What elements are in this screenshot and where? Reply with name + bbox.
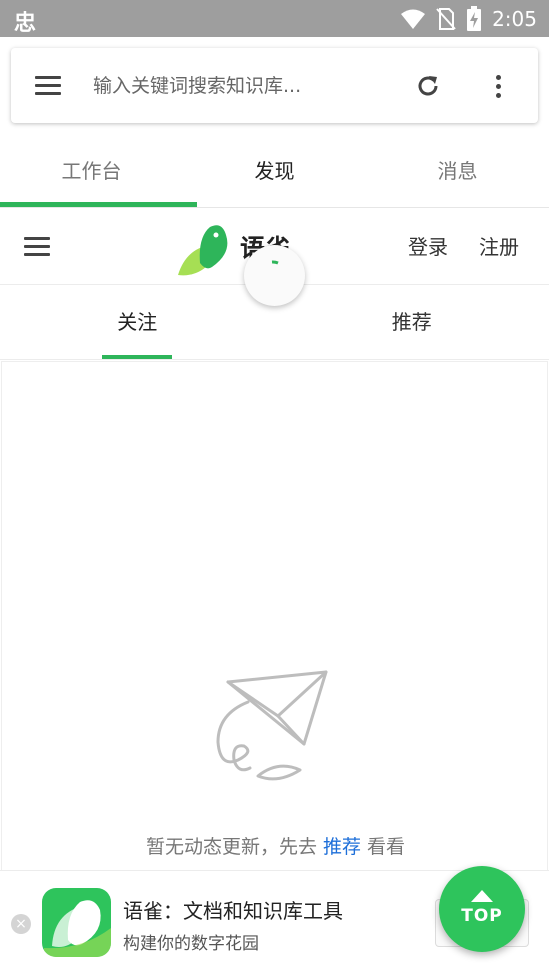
- back-to-top-label: TOP: [461, 906, 503, 926]
- status-icons: 2:05: [400, 6, 537, 32]
- back-to-top-button[interactable]: TOP: [439, 866, 525, 952]
- app-subtitle: 构建你的数字花园: [123, 934, 259, 954]
- tab-messages[interactable]: 消息: [366, 134, 549, 207]
- register-link[interactable]: 注册: [479, 231, 519, 260]
- app-title: 语雀：文档和知识库工具: [123, 899, 343, 923]
- paper-plane-illustration-icon: [216, 670, 328, 781]
- site-menu-icon[interactable]: [24, 235, 50, 257]
- app-icon[interactable]: [42, 888, 111, 957]
- notification-icon: 忠: [14, 11, 37, 36]
- tab-following[interactable]: 关注: [0, 286, 275, 359]
- status-bar: 忠 2:05: [0, 0, 549, 37]
- reload-icon[interactable]: [414, 72, 442, 100]
- yuque-logo-icon[interactable]: [176, 223, 232, 277]
- feed-content: 暂无动态更新，先去 推荐 看看: [1, 361, 548, 871]
- empty-state-suffix: 看看: [361, 836, 406, 858]
- wifi-icon: [401, 9, 426, 29]
- tab-discover[interactable]: 发现: [183, 134, 366, 207]
- tab-workbench[interactable]: 工作台: [0, 134, 183, 207]
- menu-icon[interactable]: [35, 75, 61, 95]
- battery-charging-icon: [467, 6, 482, 31]
- clock: 2:05: [492, 7, 537, 31]
- no-sim-icon: [436, 8, 456, 30]
- feed-tab-indicator: [102, 355, 172, 359]
- feed-tabs: 关注 推荐: [0, 286, 549, 360]
- recommend-link[interactable]: 推荐: [323, 836, 361, 858]
- login-link[interactable]: 登录: [408, 231, 448, 260]
- empty-state-prefix: 暂无动态更新，先去: [145, 836, 323, 858]
- bird-logo-icon: [44, 900, 111, 957]
- search-card: [11, 48, 538, 123]
- close-banner-button[interactable]: ×: [11, 914, 31, 934]
- search-input[interactable]: [93, 72, 393, 100]
- arrow-up-icon: [471, 890, 493, 902]
- tab-recommended[interactable]: 推荐: [275, 286, 549, 359]
- empty-state-message: 暂无动态更新，先去 推荐 看看: [2, 832, 549, 859]
- more-options-icon[interactable]: [489, 72, 509, 100]
- main-tabs: 工作台 发现 消息: [0, 134, 549, 208]
- tab-indicator: [0, 202, 197, 207]
